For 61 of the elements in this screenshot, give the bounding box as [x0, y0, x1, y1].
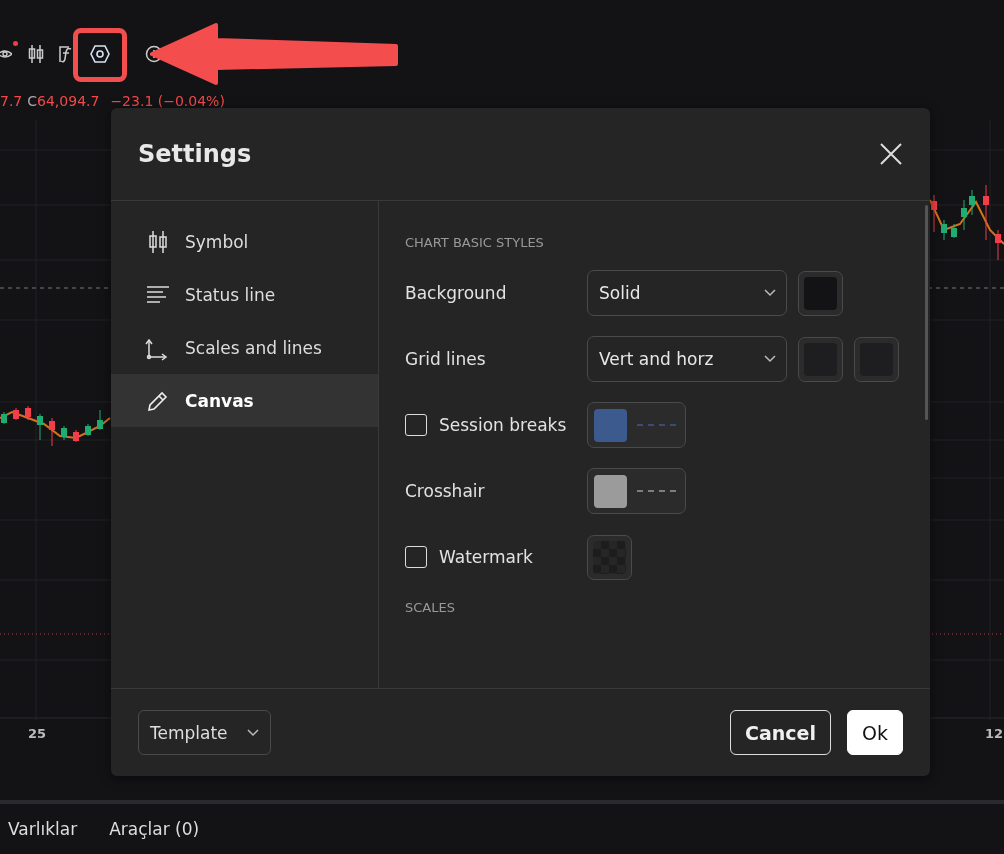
- chevron-down-icon: [764, 289, 776, 297]
- candle: [49, 417, 55, 447]
- setting-label: Crosshair: [405, 481, 485, 501]
- candle: [13, 407, 19, 421]
- transparent-swatch[interactable]: [587, 534, 632, 580]
- bottom-tab[interactable]: Araçlar (0): [109, 819, 200, 839]
- chevron-down-icon: [247, 728, 259, 737]
- highlight-frame: [73, 28, 127, 82]
- lines-icon: [145, 284, 171, 305]
- setting-label: Grid lines: [405, 349, 486, 369]
- dashed-line-icon: [637, 489, 677, 493]
- notification-dot: [13, 41, 18, 46]
- line-style-picker[interactable]: [587, 468, 686, 514]
- eye-icon[interactable]: [0, 48, 12, 60]
- checkbox[interactable]: [405, 546, 427, 568]
- candle: [951, 223, 957, 239]
- candle: [97, 409, 103, 431]
- candle: [37, 413, 43, 441]
- legend-change: −23.1 (−0.04%): [110, 93, 225, 109]
- nav-item[interactable]: Status line: [111, 268, 378, 321]
- dashed-line-icon: [637, 423, 677, 427]
- candle: [969, 189, 975, 216]
- scrollbar[interactable]: [925, 205, 928, 420]
- candle: [983, 184, 989, 241]
- close-icon[interactable]: [880, 143, 902, 165]
- candle: [961, 199, 967, 231]
- cancel-button[interactable]: Cancel: [730, 710, 831, 755]
- color-swatch[interactable]: [798, 336, 843, 382]
- candle: [85, 423, 91, 437]
- settings-icon[interactable]: [90, 45, 110, 63]
- candles-icon[interactable]: [28, 44, 44, 64]
- candle: [61, 425, 67, 441]
- chevron-down-icon: [764, 355, 776, 363]
- dropdown[interactable]: Solid: [587, 270, 787, 316]
- nav-item[interactable]: Scales and lines: [111, 321, 378, 374]
- candle: [25, 405, 31, 421]
- candle: [931, 194, 937, 233]
- dialog-title: Settings: [138, 140, 252, 168]
- nav-item[interactable]: Canvas: [111, 374, 378, 427]
- time-axis-label: 12:: [985, 726, 1004, 741]
- time-axis-label: 25: [28, 726, 47, 741]
- color-swatch[interactable]: [798, 270, 843, 316]
- candle: [941, 219, 947, 241]
- checkbox[interactable]: [405, 414, 427, 436]
- candle: [73, 429, 79, 443]
- ok-button[interactable]: Ok: [847, 710, 903, 755]
- legend-value: 7.7: [0, 93, 23, 109]
- candle: [995, 229, 1001, 261]
- section-heading: SCALES: [405, 600, 456, 615]
- dropdown[interactable]: Vert and horz: [587, 336, 787, 382]
- template-dropdown[interactable]: Template: [138, 710, 271, 755]
- setting-label: Session breaks: [439, 415, 567, 435]
- nav-item[interactable]: Symbol: [111, 215, 378, 268]
- setting-label: Watermark: [439, 547, 533, 567]
- section-heading: CHART BASIC STYLES: [405, 235, 545, 250]
- candle: [1, 411, 7, 425]
- bottom-tab[interactable]: Varlıklar: [8, 819, 78, 839]
- legend-label: C: [27, 93, 38, 109]
- color-swatch[interactable]: [854, 336, 899, 382]
- setting-label: Background: [405, 283, 507, 303]
- legend-value: 64,094.7: [37, 93, 100, 109]
